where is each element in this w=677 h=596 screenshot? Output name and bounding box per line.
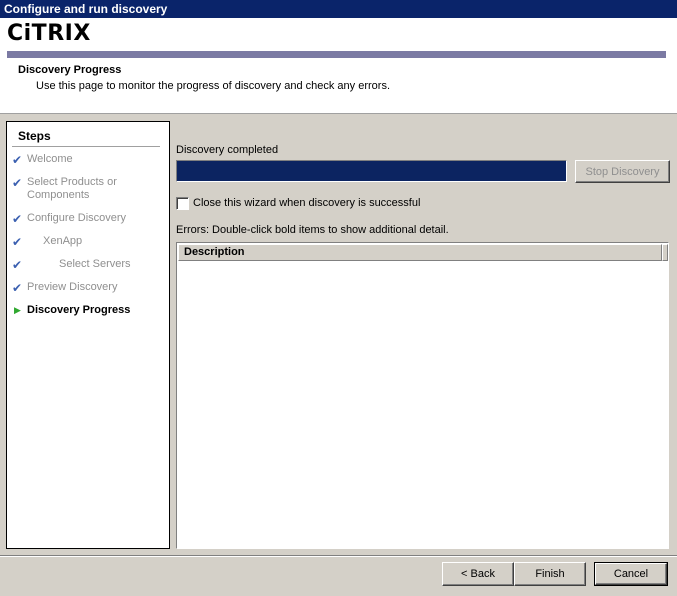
brand-bar — [7, 51, 666, 58]
current-step-arrow-icon: ▶ — [14, 305, 21, 315]
close-wizard-label[interactable]: Close this wizard when discovery is succ… — [193, 197, 420, 209]
step-label: Preview Discovery — [27, 281, 118, 293]
errors-list[interactable]: Description — [176, 242, 669, 549]
check-icon: ✔ — [12, 258, 23, 272]
window-title: Configure and run discovery — [0, 0, 677, 18]
stop-discovery-button[interactable]: Stop Discovery — [575, 160, 670, 183]
step-label: Configure Discovery — [27, 212, 127, 224]
discovery-progress-bar — [176, 160, 567, 182]
check-icon: ✔ — [12, 212, 23, 226]
progress-fill — [177, 161, 566, 181]
check-icon: ✔ — [12, 235, 23, 249]
discovery-status: Discovery completed — [176, 144, 279, 156]
errors-label: Errors: Double-click bold items to show … — [176, 224, 449, 236]
citrix-logo: CiTRIX — [7, 21, 91, 46]
column-header-filler — [662, 244, 668, 261]
check-icon: ✔ — [12, 176, 23, 190]
close-wizard-checkbox[interactable] — [176, 197, 189, 210]
finish-button[interactable]: Finish — [514, 562, 586, 586]
header-banner: CiTRIX Discovery Progress Use this page … — [0, 18, 677, 114]
steps-title: Steps — [18, 129, 51, 143]
steps-divider — [12, 146, 160, 147]
step-label: Select Servers — [59, 258, 131, 270]
cancel-button[interactable]: Cancel — [594, 562, 668, 586]
back-button[interactable]: < Back — [442, 562, 514, 586]
steps-panel: Steps ✔ Welcome ✔ Select Products or Com… — [6, 121, 170, 549]
check-icon: ✔ — [12, 281, 23, 295]
column-header-description[interactable]: Description — [178, 244, 662, 261]
step-label: Welcome — [27, 153, 73, 165]
footer-divider — [0, 555, 677, 557]
step-label: Discovery Progress — [27, 304, 131, 316]
step-label: Select Products or Components — [27, 176, 117, 201]
page-title: Discovery Progress — [18, 64, 122, 76]
check-icon: ✔ — [12, 153, 23, 167]
page-subtitle: Use this page to monitor the progress of… — [36, 80, 391, 92]
step-label: XenApp — [43, 235, 83, 247]
